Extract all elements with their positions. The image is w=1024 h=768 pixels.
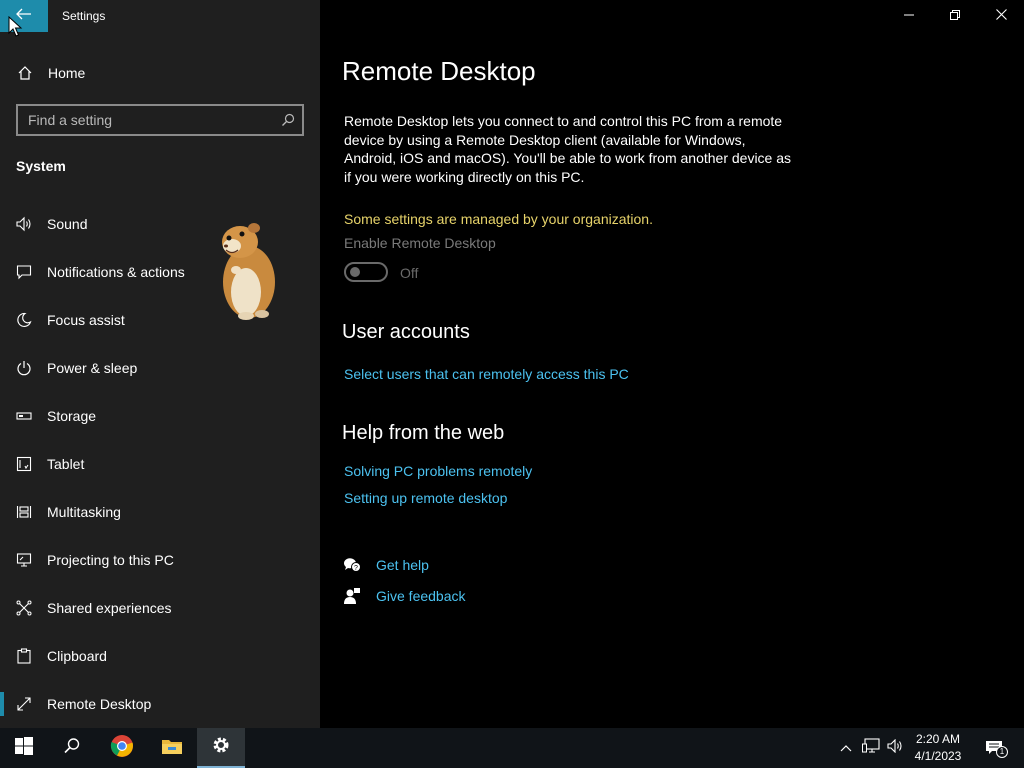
action-center-icon: 1 [985, 738, 1008, 758]
shared-icon [15, 599, 33, 617]
network-icon [862, 737, 880, 759]
speaker-icon [15, 215, 33, 233]
clipboard-icon [15, 647, 33, 665]
windows-logo-icon [15, 736, 33, 760]
managed-notice: Some settings are managed by your organi… [344, 211, 653, 227]
sidebar-item-remote-desktop[interactable]: Remote Desktop [0, 680, 320, 728]
volume-icon [887, 738, 905, 758]
toggle-knob [350, 267, 360, 277]
chrome-icon [110, 734, 134, 763]
sidebar-item-power-sleep[interactable]: Power & sleep [0, 344, 320, 392]
minimize-icon [904, 7, 914, 25]
settings-taskbar-button[interactable] [197, 728, 245, 768]
projecting-icon [15, 551, 33, 569]
get-help-link: Get help [376, 557, 429, 573]
gear-icon [211, 735, 231, 760]
sidebar: Settings Home System Sound [0, 0, 320, 728]
give-feedback-row[interactable]: Give feedback [342, 586, 466, 606]
get-help-row[interactable]: ? Get help [342, 555, 429, 575]
start-button[interactable] [0, 728, 48, 768]
sidebar-item-label: Sound [47, 216, 88, 232]
sidebar-item-storage[interactable]: Storage [0, 392, 320, 440]
chrome-taskbar-button[interactable] [98, 728, 146, 768]
sidebar-item-label: Multitasking [47, 504, 121, 520]
clock-date: 4/1/2023 [914, 749, 962, 763]
get-help-icon: ? [342, 555, 362, 575]
sidebar-item-label: Clipboard [47, 648, 107, 664]
sidebar-item-projecting[interactable]: Projecting to this PC [0, 536, 320, 584]
file-explorer-taskbar-button[interactable] [148, 728, 196, 768]
sidebar-item-multitasking[interactable]: Multitasking [0, 488, 320, 536]
storage-icon [15, 407, 33, 425]
chevron-up-icon [840, 739, 852, 757]
minimize-button[interactable] [886, 0, 932, 32]
svg-text:?: ? [354, 565, 358, 572]
multitasking-icon [15, 503, 33, 521]
enable-remote-desktop-toggle[interactable] [344, 262, 388, 282]
page-title: Remote Desktop [342, 56, 536, 86]
show-hidden-icons-button[interactable] [834, 728, 858, 768]
description-text: Remote Desktop lets you connect to and c… [344, 113, 792, 185]
clock-time: 2:20 AM [915, 732, 961, 746]
tablet-icon [15, 455, 33, 473]
sidebar-item-home[interactable]: Home [0, 56, 320, 90]
mouse-cursor-icon [8, 16, 23, 37]
search-input[interactable] [18, 112, 274, 128]
power-icon [15, 359, 33, 377]
help-link-solving-problems[interactable]: Solving PC problems remotely [344, 463, 532, 479]
select-users-link[interactable]: Select users that can remotely access th… [344, 366, 629, 382]
home-icon [16, 64, 34, 82]
section-title: System [16, 158, 66, 174]
help-heading: Help from the web [342, 422, 505, 444]
system-clock[interactable]: 2:20 AM 4/1/2023 [904, 731, 972, 765]
sidebar-item-label: Tablet [47, 456, 85, 472]
restore-icon [950, 7, 960, 25]
notification-icon [15, 263, 33, 281]
user-accounts-heading: User accounts [342, 321, 470, 343]
home-label: Home [48, 65, 86, 81]
search-taskbar-button[interactable] [48, 728, 96, 768]
taskbar: 2:20 AM 4/1/2023 1 [0, 728, 1024, 768]
window-title: Settings [62, 9, 106, 23]
search-box [16, 104, 304, 136]
hamster-image [222, 223, 275, 320]
sidebar-item-label: Focus assist [47, 312, 125, 328]
moon-icon [15, 311, 33, 329]
enable-remote-desktop-label: Enable Remote Desktop [344, 235, 496, 251]
restore-button[interactable] [932, 0, 978, 32]
sidebar-item-shared-experiences[interactable]: Shared experiences [0, 584, 320, 632]
search-icon[interactable] [274, 113, 302, 127]
sidebar-item-label: Remote Desktop [47, 696, 152, 712]
folder-icon [161, 737, 183, 760]
sidebar-item-label: Notifications & actions [47, 264, 185, 280]
toggle-state-label: Off [400, 265, 419, 281]
sidebar-item-label: Storage [47, 408, 97, 424]
network-button[interactable] [858, 728, 884, 768]
sidebar-item-label: Shared experiences [47, 600, 172, 616]
sidebar-item-label: Projecting to this PC [47, 552, 174, 568]
help-link-setting-up[interactable]: Setting up remote desktop [344, 490, 507, 506]
sidebar-item-label: Power & sleep [47, 360, 138, 376]
sidebar-item-tablet[interactable]: Tablet [0, 440, 320, 488]
notification-count-badge: 1 [996, 746, 1008, 758]
main-content: Remote Desktop Remote Desktop lets you c… [320, 0, 1024, 728]
settings-window: Settings Home System Sound [0, 0, 1024, 728]
give-feedback-link: Give feedback [376, 588, 466, 604]
action-center-button[interactable]: 1 [976, 728, 1016, 768]
close-icon [995, 7, 1007, 25]
close-button[interactable] [978, 0, 1024, 32]
remote-desktop-icon [15, 695, 33, 713]
feedback-icon [342, 586, 362, 606]
search-icon [63, 737, 81, 760]
sidebar-item-clipboard[interactable]: Clipboard [0, 632, 320, 680]
